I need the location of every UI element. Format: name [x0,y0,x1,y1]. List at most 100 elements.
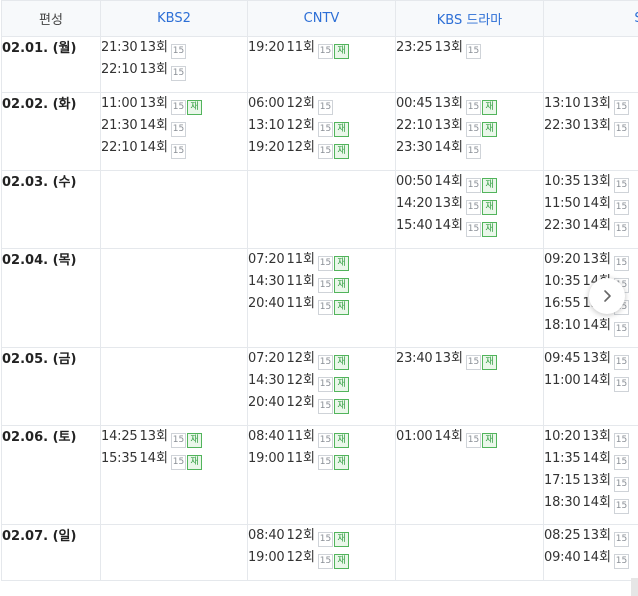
airing-slot: 18:30 14회 15 [544,492,638,514]
age-rating-badge: 15 [317,399,333,414]
air-time: 09:20 [544,252,581,267]
rerun-badge: 재 [333,278,349,293]
airing-slot: 09:45 13회 15 [544,348,638,370]
age-rating-badge: 15 [170,455,186,470]
rerun-badge: 재 [481,433,497,448]
schedule-cell [395,248,544,348]
channel-header-kbs2[interactable]: KBS2 [100,0,248,37]
age-rating-badge: 15 [317,554,333,569]
date-cell: 02.03. (수) [1,170,101,249]
schedule-row: 02.05. (금) 07:20 12회 15 재 14:30 12회 15 재 20:40 12회… [1,347,638,426]
episode-label: 14회 [139,140,168,155]
age-rating-badge: 15 [170,122,186,137]
schedule-row: 02.03. (수) 00:50 14회 15 재 14:20 13회 15 재 15:40 14회… [1,170,638,249]
episode-label: 14회 [434,218,463,233]
episode-label: 13회 [582,429,611,444]
schedule-header-label: 편성 [1,0,101,37]
episode-label: 13회 [139,40,168,55]
airing-slot: 23:40 13회 15 재 [396,348,543,370]
schedule-cell [100,347,248,426]
schedule-cell: 13:10 13회 15 22:30 13회 15 [543,92,638,171]
airing-slot: 10:35 13회 15 [544,171,638,193]
schedule-cell: 10:35 13회 15 11:50 14회 15 22:30 14회 15 [543,170,638,249]
air-time: 00:50 [396,174,433,189]
rerun-badge: 재 [481,100,497,115]
age-rating-badge: 15 [613,222,629,237]
air-time: 14:20 [396,196,433,211]
episode-label: 11회 [286,274,315,289]
episode-label: 12회 [286,373,315,388]
age-rating-badge: 15 [317,100,333,115]
episode-label: 13회 [434,40,463,55]
date-cell: 02.06. (토) [1,425,101,525]
schedule-cell: 08:25 13회 15 09:40 14회 15 [543,524,638,581]
airing-slot: 19:00 11회 15 재 [248,448,395,470]
air-time: 19:00 [248,451,285,466]
air-time: 08:40 [248,528,285,543]
airing-slot: 15:35 14회 15 재 [101,448,247,470]
airing-slot: 20:40 11회 15 재 [248,293,395,315]
airing-slot: 06:00 12회 15 [248,93,395,115]
schedule-row: 02.02. (화) 11:00 13회 15 재 21:30 14회 15 22:10 14회 1… [1,92,638,171]
air-time: 22:10 [396,118,433,133]
schedule-cell: 07:20 11회 15 재 14:30 11회 15 재 20:40 11회 15 재 [247,248,396,348]
air-time: 23:25 [396,40,433,55]
schedule-cell: 23:40 13회 15 재 [395,347,544,426]
episode-label: 14회 [582,318,611,333]
age-rating-badge: 15 [613,100,629,115]
episode-label: 13회 [582,174,611,189]
airing-slot: 22:10 13회 15 [101,59,247,81]
air-time: 08:25 [544,528,581,543]
channel-header-cntv[interactable]: CNTV [247,0,396,37]
episode-label: 12회 [286,118,315,133]
age-rating-badge: 15 [317,377,333,392]
schedule-row: 02.01. (월) 21:30 13회 15 22:10 13회 15 19:20 11회 15… [1,36,638,93]
episode-label: 12회 [286,528,315,543]
air-time: 07:20 [248,252,285,267]
channel-header-sky[interactable]: SKY [543,0,638,37]
age-rating-badge: 15 [613,355,629,370]
rerun-badge: 재 [333,433,349,448]
episode-label: 13회 [582,252,611,267]
next-page-button[interactable] [589,278,625,314]
schedule-cell: 00:45 13회 15 재 22:10 13회 15 재 23:30 14회 15 [395,92,544,171]
schedule-cell: 08:40 11회 15 재 19:00 11회 15 재 [247,425,396,525]
airing-slot: 22:10 14회 15 [101,137,247,159]
schedule-cell: 09:45 13회 15 11:00 14회 15 [543,347,638,426]
episode-label: 14회 [582,373,611,388]
schedule-cell: 10:20 13회 15 11:35 14회 15 17:15 13회 15 18:30 14회 15 [543,425,638,525]
age-rating-badge: 15 [317,278,333,293]
age-rating-badge: 15 [465,200,481,215]
age-rating-badge: 15 [465,222,481,237]
episode-label: 12회 [286,96,315,111]
episode-label: 13회 [582,473,611,488]
rerun-badge: 재 [186,455,202,470]
age-rating-badge: 15 [465,355,481,370]
air-time: 22:10 [101,140,138,155]
rerun-badge: 재 [481,355,497,370]
episode-label: 11회 [286,429,315,444]
rerun-badge: 재 [333,122,349,137]
episode-label: 14회 [582,218,611,233]
age-rating-badge: 15 [317,144,333,159]
age-rating-badge: 15 [317,355,333,370]
air-time: 18:30 [544,495,581,510]
air-time: 14:30 [248,373,285,388]
date-cell: 02.05. (금) [1,347,101,426]
air-time: 10:20 [544,429,581,444]
air-time: 22:30 [544,118,581,133]
channel-header-kbs-drama[interactable]: KBS 드라마 [395,0,544,37]
rerun-badge: 재 [333,300,349,315]
schedule-cell [100,248,248,348]
rerun-badge: 재 [481,178,497,193]
airing-slot: 21:30 13회 15 [101,37,247,59]
air-time: 10:35 [544,274,581,289]
airing-slot: 11:00 14회 15 [544,370,638,392]
schedule-cell: 23:25 13회 15 [395,36,544,93]
air-time: 11:00 [101,96,138,111]
rerun-badge: 재 [333,455,349,470]
air-time: 15:40 [396,218,433,233]
age-rating-badge: 15 [170,66,186,81]
age-rating-badge: 15 [613,477,629,492]
airing-slot: 14:30 11회 15 재 [248,271,395,293]
